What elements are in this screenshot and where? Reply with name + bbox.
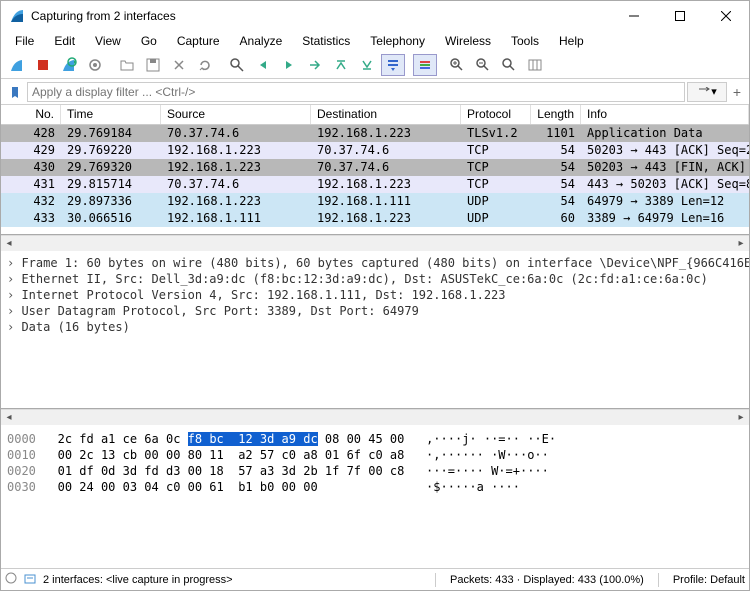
open-file-icon[interactable]	[115, 54, 139, 76]
scroll-left-icon[interactable]: ◂	[1, 410, 17, 426]
go-back-icon[interactable]	[251, 54, 275, 76]
col-header-time[interactable]: Time	[61, 105, 161, 124]
statusbar: 2 interfaces: <live capture in progress>…	[1, 568, 749, 590]
packet-row[interactable]: 42929.769220192.168.1.22370.37.74.6TCP54…	[1, 142, 749, 159]
menu-telephony[interactable]: Telephony	[362, 32, 433, 50]
display-filter-input[interactable]	[27, 82, 685, 102]
window-title: Capturing from 2 interfaces	[31, 9, 611, 23]
packet-list-hscroll[interactable]: ◂ ▸	[1, 235, 749, 251]
packet-bytes-pane[interactable]: 0000 2c fd a1 ce 6a 0c f8 bc 12 3d a9 dc…	[1, 425, 749, 568]
filter-bar: ▾ +	[1, 79, 749, 105]
packet-list-rows[interactable]: 42829.76918470.37.74.6192.168.1.223TLSv1…	[1, 125, 749, 233]
detail-udp[interactable]: User Datagram Protocol, Src Port: 3389, …	[7, 303, 743, 319]
details-hscroll[interactable]: ◂ ▸	[1, 409, 749, 425]
detail-frame[interactable]: Frame 1: 60 bytes on wire (480 bits), 60…	[7, 255, 743, 271]
go-to-packet-icon[interactable]	[303, 54, 327, 76]
go-forward-icon[interactable]	[277, 54, 301, 76]
status-profile[interactable]: Profile: Default	[673, 574, 745, 586]
zoom-in-icon[interactable]	[445, 54, 469, 76]
status-indicator-icon	[5, 572, 17, 587]
packet-row[interactable]: 43330.066516192.168.1.111192.168.1.223UD…	[1, 210, 749, 227]
packet-row[interactable]: 42829.76918470.37.74.6192.168.1.223TLSv1…	[1, 125, 749, 142]
col-header-protocol[interactable]: Protocol	[461, 105, 531, 124]
col-header-no[interactable]: No.	[1, 105, 61, 124]
detail-ethernet[interactable]: Ethernet II, Src: Dell_3d:a9:dc (f8:bc:1…	[7, 271, 743, 287]
find-icon[interactable]	[225, 54, 249, 76]
zoom-reset-icon[interactable]	[497, 54, 521, 76]
hex-line-2[interactable]: 0020 01 df 0d 3d fd d3 00 18 57 a3 3d 2b…	[7, 463, 743, 479]
status-packets: Packets: 433 · Displayed: 433 (100.0%)	[450, 574, 644, 586]
packet-list-header: No. Time Source Destination Protocol Len…	[1, 105, 749, 125]
minimize-button[interactable]	[611, 1, 657, 31]
menu-analyze[interactable]: Analyze	[232, 32, 291, 50]
col-header-info[interactable]: Info	[581, 105, 749, 124]
scroll-right-icon[interactable]: ▸	[733, 236, 749, 252]
save-file-icon[interactable]	[141, 54, 165, 76]
menu-wireless[interactable]: Wireless	[437, 32, 499, 50]
close-button[interactable]	[703, 1, 749, 31]
start-capture-icon[interactable]	[5, 54, 29, 76]
capture-options-icon[interactable]	[83, 54, 107, 76]
bookmark-icon[interactable]	[5, 82, 25, 102]
col-header-length[interactable]: Length	[531, 105, 581, 124]
status-capture-text: 2 interfaces: <live capture in progress>	[43, 574, 233, 586]
restart-capture-icon[interactable]	[57, 54, 81, 76]
packet-row[interactable]: 43029.769320192.168.1.22370.37.74.6TCP54…	[1, 159, 749, 176]
scroll-left-icon[interactable]: ◂	[1, 236, 17, 252]
menu-help[interactable]: Help	[551, 32, 592, 50]
packet-list-pane: No. Time Source Destination Protocol Len…	[1, 105, 749, 235]
autoscroll-icon[interactable]	[381, 54, 405, 76]
packet-details-pane[interactable]: Frame 1: 60 bytes on wire (480 bits), 60…	[1, 251, 749, 409]
hex-line-0[interactable]: 0000 2c fd a1 ce 6a 0c f8 bc 12 3d a9 dc…	[7, 431, 743, 447]
go-first-icon[interactable]	[329, 54, 353, 76]
go-last-icon[interactable]	[355, 54, 379, 76]
toolbar	[1, 51, 749, 79]
scroll-right-icon[interactable]: ▸	[733, 410, 749, 426]
hex-line-3[interactable]: 0030 00 24 00 03 04 c0 00 61 b1 b0 00 00…	[7, 479, 743, 495]
menu-statistics[interactable]: Statistics	[294, 32, 358, 50]
menu-view[interactable]: View	[87, 32, 129, 50]
menu-file[interactable]: File	[7, 32, 42, 50]
window-controls	[611, 1, 749, 31]
menubar: File Edit View Go Capture Analyze Statis…	[1, 31, 749, 51]
col-header-source[interactable]: Source	[161, 105, 311, 124]
col-header-destination[interactable]: Destination	[311, 105, 461, 124]
filter-expression-button[interactable]: ▾	[687, 82, 727, 102]
add-filter-button[interactable]: +	[729, 84, 745, 100]
resize-columns-icon[interactable]	[523, 54, 547, 76]
zoom-out-icon[interactable]	[471, 54, 495, 76]
detail-data[interactable]: Data (16 bytes)	[7, 319, 743, 335]
packet-row[interactable]: 43229.897336192.168.1.223192.168.1.111UD…	[1, 193, 749, 210]
stop-capture-icon[interactable]	[31, 54, 55, 76]
detail-ipv4[interactable]: Internet Protocol Version 4, Src: 192.16…	[7, 287, 743, 303]
menu-tools[interactable]: Tools	[503, 32, 547, 50]
menu-capture[interactable]: Capture	[169, 32, 228, 50]
colorize-icon[interactable]	[413, 54, 437, 76]
menu-go[interactable]: Go	[133, 32, 165, 50]
reload-icon[interactable]	[193, 54, 217, 76]
app-icon	[9, 8, 25, 24]
hex-line-1[interactable]: 0010 00 2c 13 cb 00 00 80 11 a2 57 c0 a8…	[7, 447, 743, 463]
titlebar: Capturing from 2 interfaces	[1, 1, 749, 31]
close-file-icon[interactable]	[167, 54, 191, 76]
expert-info-icon[interactable]	[23, 571, 37, 588]
packet-row[interactable]: 43129.81571470.37.74.6192.168.1.223TCP54…	[1, 176, 749, 193]
maximize-button[interactable]	[657, 1, 703, 31]
menu-edit[interactable]: Edit	[46, 32, 83, 50]
